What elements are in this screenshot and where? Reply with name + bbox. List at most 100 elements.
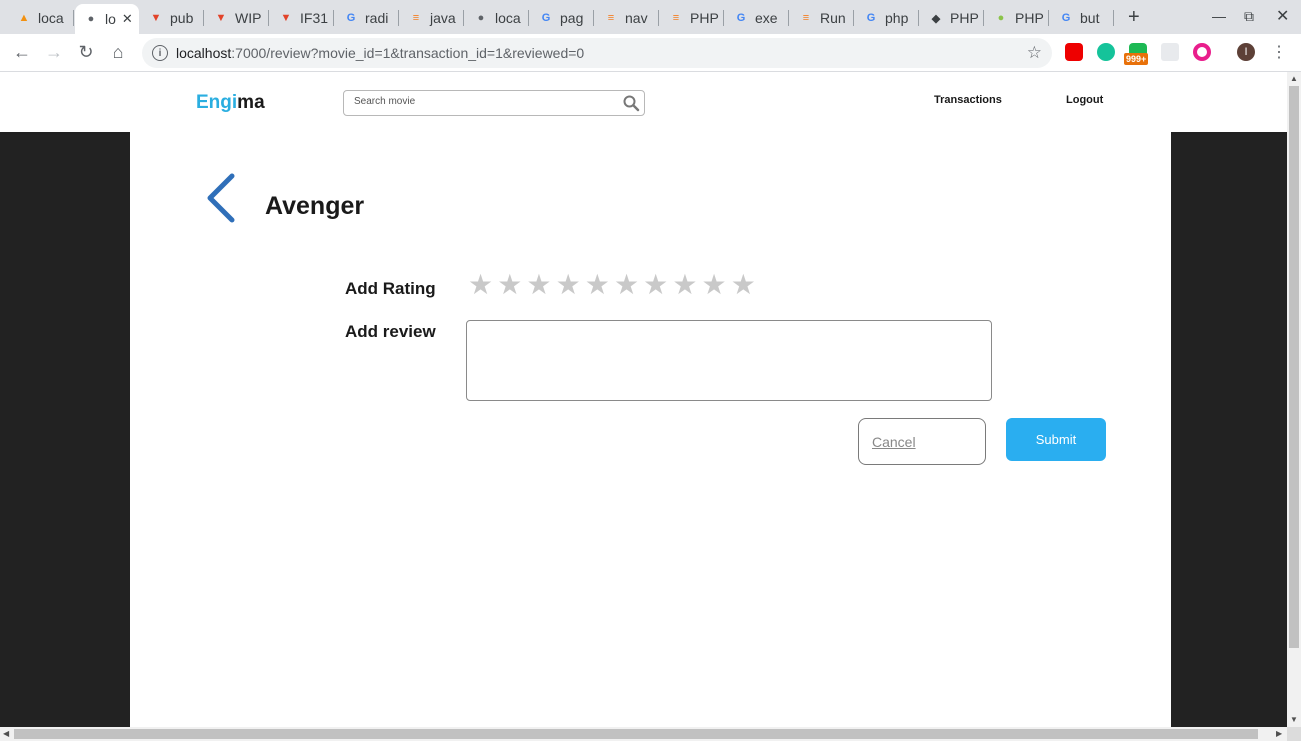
rating-star-icon[interactable]: ★ bbox=[583, 270, 612, 300]
rating-star-icon[interactable]: ★ bbox=[729, 270, 758, 300]
browser-tab[interactable]: Gpag bbox=[530, 4, 594, 32]
rating-star-icon[interactable]: ★ bbox=[495, 270, 524, 300]
browser-tab[interactable]: ● lo ✕ bbox=[75, 4, 139, 34]
google-icon: G bbox=[346, 12, 356, 24]
browser-tab[interactable]: ▼ pub bbox=[140, 4, 204, 32]
logo-part-blue: Engi bbox=[196, 92, 238, 113]
nav-transactions-link[interactable]: Transactions bbox=[934, 94, 1002, 106]
browser-tab[interactable]: ◆ PHP bbox=[920, 4, 984, 32]
search-input[interactable] bbox=[354, 96, 614, 107]
scroll-left-arrow-icon[interactable]: ◀ bbox=[3, 729, 9, 738]
rating-star-icon[interactable]: ★ bbox=[641, 270, 670, 300]
browser-tab[interactable]: ▼ IF31 bbox=[270, 4, 334, 32]
globe-icon: ● bbox=[87, 13, 95, 25]
tab-separator bbox=[268, 10, 269, 26]
submit-button[interactable]: Submit bbox=[1006, 418, 1106, 461]
review-textarea[interactable] bbox=[466, 320, 992, 401]
php-diamond-icon: ◆ bbox=[931, 12, 941, 25]
horizontal-scroll-thumb[interactable] bbox=[14, 729, 1258, 739]
bookmark-star-icon[interactable]: ☆ bbox=[1027, 43, 1042, 63]
scrollbar-corner bbox=[1287, 727, 1301, 741]
scroll-up-arrow-icon[interactable]: ▲ bbox=[1290, 74, 1298, 83]
url-text[interactable]: localhost:7000/review?movie_id=1&transac… bbox=[176, 45, 584, 61]
leaf-icon: ● bbox=[997, 12, 1005, 24]
tab-label: pag bbox=[560, 10, 584, 26]
site-info-icon[interactable]: i bbox=[152, 45, 168, 61]
tab-label: PHP bbox=[950, 10, 979, 26]
horizontal-scrollbar[interactable]: ◀ ▶ bbox=[0, 727, 1287, 741]
tab-label: exe bbox=[755, 10, 778, 26]
grammarly-extension-icon[interactable] bbox=[1097, 43, 1115, 61]
tab-label: loca bbox=[38, 10, 64, 26]
rating-star-icon[interactable]: ★ bbox=[612, 270, 641, 300]
browser-tab[interactable]: Gphp bbox=[855, 4, 919, 32]
record-extension-icon[interactable] bbox=[1193, 43, 1211, 61]
rating-star-icon[interactable]: ★ bbox=[524, 270, 553, 300]
url-host: localhost bbox=[176, 45, 232, 61]
url-path: :7000/review?movie_id=1&transaction_id=1… bbox=[231, 45, 585, 61]
back-arrow-icon[interactable] bbox=[202, 172, 238, 224]
review-panel: Avenger Add Rating ★ ★ ★ ★ ★ ★ ★ ★ ★ ★ Add review… bbox=[130, 132, 1171, 727]
stackoverflow-icon: ≡ bbox=[672, 12, 680, 24]
minimize-icon[interactable]: — bbox=[1212, 8, 1226, 24]
address-bar[interactable]: i localhost:7000/review?movie_id=1&trans… bbox=[142, 38, 1052, 68]
browser-tab[interactable]: ≡ java bbox=[400, 4, 464, 32]
restore-icon[interactable]: ⧉ bbox=[1244, 8, 1254, 25]
tab-separator bbox=[918, 10, 919, 26]
gitlab-icon: ▼ bbox=[280, 12, 292, 24]
browser-tab[interactable]: Gradi bbox=[335, 4, 399, 32]
globe-icon: ● bbox=[477, 12, 485, 24]
vertical-scroll-thumb[interactable] bbox=[1289, 86, 1299, 648]
extension-placeholder-icon[interactable] bbox=[1161, 43, 1179, 61]
browser-tab[interactable]: Gexe bbox=[725, 4, 789, 32]
vertical-scrollbar[interactable]: ▲ ▼ bbox=[1287, 72, 1301, 727]
tab-separator bbox=[853, 10, 854, 26]
search-icon[interactable] bbox=[622, 94, 640, 112]
movie-title: Avenger bbox=[265, 192, 365, 220]
browser-tab[interactable]: ● PHP bbox=[985, 4, 1049, 32]
tab-separator bbox=[723, 10, 724, 26]
tab-separator bbox=[73, 10, 74, 26]
google-icon: G bbox=[1061, 12, 1071, 24]
home-icon[interactable]: ⌂ bbox=[107, 42, 129, 63]
tab-separator bbox=[788, 10, 789, 26]
tab-label: WIP bbox=[235, 10, 262, 26]
gitlab-icon: ▼ bbox=[150, 12, 162, 24]
nav-logout-link[interactable]: Logout bbox=[1066, 94, 1103, 106]
browser-tab[interactable]: ≡ PHP bbox=[660, 4, 724, 32]
rating-star-icon[interactable]: ★ bbox=[670, 270, 699, 300]
tab-label: pub bbox=[170, 10, 194, 26]
browser-tab[interactable]: ≡ nav bbox=[595, 4, 659, 32]
tab-separator bbox=[203, 10, 204, 26]
browser-tab[interactable]: ▼ WIP bbox=[205, 4, 269, 32]
tab-separator bbox=[1113, 10, 1114, 26]
rating-star-icon[interactable]: ★ bbox=[554, 270, 583, 300]
new-tab-button[interactable]: + bbox=[1128, 6, 1140, 29]
back-nav-icon[interactable]: ← bbox=[11, 42, 33, 63]
gitlab-icon: ▼ bbox=[215, 12, 227, 24]
scroll-down-arrow-icon[interactable]: ▼ bbox=[1290, 715, 1298, 724]
profile-avatar[interactable]: I bbox=[1237, 43, 1255, 61]
menu-kebab-icon[interactable]: ⋮ bbox=[1268, 42, 1290, 62]
adblock-extension-icon[interactable] bbox=[1065, 43, 1083, 61]
tab-label: loca bbox=[495, 10, 521, 26]
browser-tab[interactable]: ● loca bbox=[465, 4, 529, 32]
browser-tab[interactable]: ≡ Run bbox=[790, 4, 854, 32]
scroll-right-arrow-icon[interactable]: ▶ bbox=[1276, 729, 1282, 738]
rating-star-icon[interactable]: ★ bbox=[700, 270, 729, 300]
reload-icon[interactable]: ↻ bbox=[75, 42, 97, 63]
site-logo[interactable]: Engima bbox=[196, 92, 265, 114]
tab-label: Run bbox=[820, 10, 846, 26]
forward-nav-icon[interactable]: → bbox=[43, 42, 65, 63]
rating-star-icon[interactable]: ★ bbox=[466, 270, 495, 300]
close-window-icon[interactable]: ✕ bbox=[1276, 6, 1289, 26]
browser-toolbar: ← → ↻ ⌂ i localhost:7000/review?movie_id… bbox=[0, 34, 1301, 72]
review-label: Add review bbox=[345, 322, 436, 341]
cancel-button[interactable]: Cancel bbox=[858, 418, 986, 465]
browser-tab[interactable]: ▲ loca bbox=[8, 4, 74, 32]
tab-close-icon[interactable]: ✕ bbox=[122, 11, 133, 27]
browser-tab[interactable]: Gbut bbox=[1050, 4, 1114, 32]
tab-separator bbox=[1048, 10, 1049, 26]
tab-label: java bbox=[430, 10, 456, 26]
tab-separator bbox=[658, 10, 659, 26]
